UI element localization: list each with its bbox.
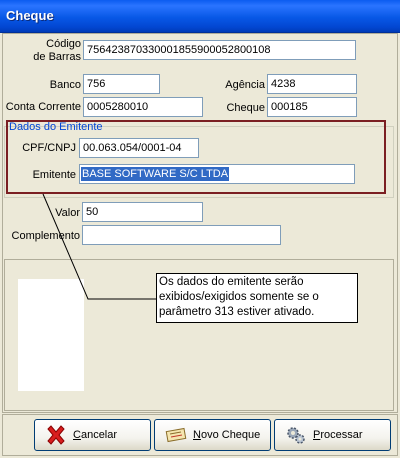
annotation-line-1: Os dados do emitente serão [159,276,304,288]
red-x-icon [45,424,67,446]
processar-button[interactable]: Processar [274,419,391,451]
annotation-note: Os dados do emitente serão exibidos/exig… [156,273,358,323]
cancelar-label: Cancelar [73,429,118,441]
processar-label: Processar [313,429,363,441]
cancelar-button[interactable]: Cancelar [34,419,151,451]
cheque-window: Cheque Código de Barras 7564238703300018… [0,0,400,458]
gears-icon [285,424,307,446]
annotation-line-2: exibidos/exigidos somente se o [159,291,319,303]
annotation-line-3: parâmetro 313 estiver ativado. [159,306,315,318]
cheque-icon [165,424,187,446]
callout-connector [42,193,156,300]
novo-cheque-label: Novo Cheque [193,429,261,441]
novo-cheque-button[interactable]: Novo Cheque [154,419,271,451]
